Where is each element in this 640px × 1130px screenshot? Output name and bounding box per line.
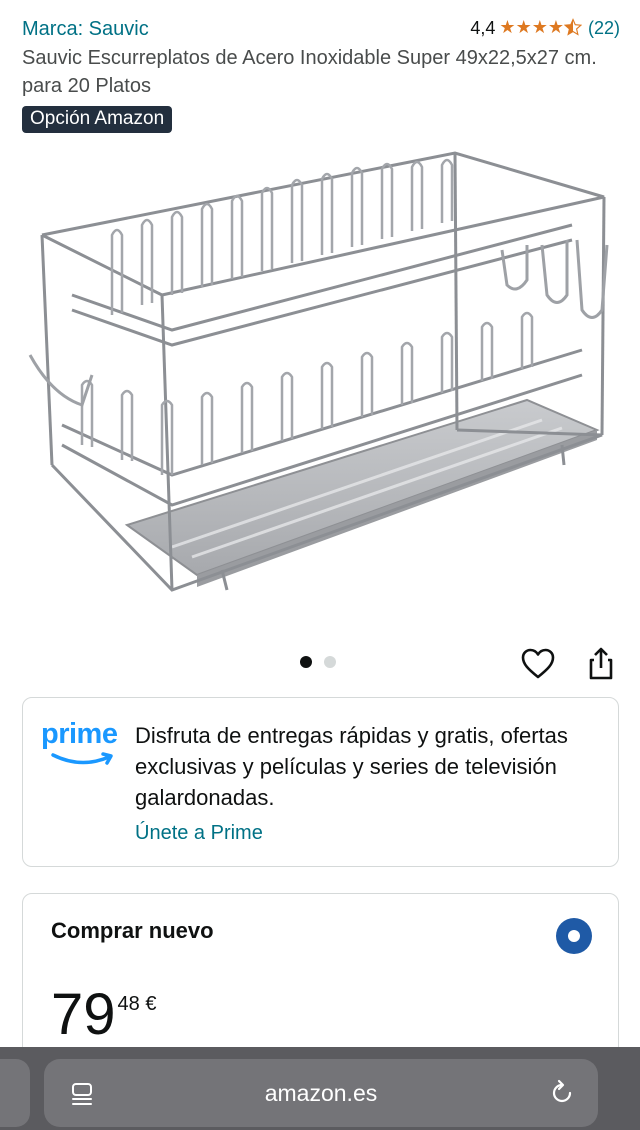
dish-rack-image xyxy=(28,151,609,592)
url-text[interactable]: amazon.es xyxy=(44,1080,598,1107)
product-image[interactable] xyxy=(22,145,618,615)
carousel-dot[interactable] xyxy=(324,656,336,668)
share-button[interactable] xyxy=(583,646,619,682)
join-prime-link[interactable]: Únete a Prime xyxy=(135,822,263,845)
previous-tab-peek[interactable] xyxy=(0,1059,30,1127)
share-icon xyxy=(589,647,613,680)
heart-icon xyxy=(521,648,555,679)
star-icon: ★ xyxy=(531,17,548,37)
buy-new-title: Comprar nuevo xyxy=(51,918,214,943)
star-icon: ★ xyxy=(547,17,564,37)
favorite-button[interactable] xyxy=(520,646,556,682)
prime-promo-card[interactable]: prime Disfruta de entregas rápidas y gra… xyxy=(22,697,619,867)
product-title: Sauvic Escurreplatos de Acero Inoxidable… xyxy=(22,47,597,97)
price-fraction: 48 € xyxy=(117,993,157,1015)
star-icon: ★ xyxy=(499,17,516,37)
prime-description: Disfruta de entregas rápidas y gratis, o… xyxy=(135,723,568,810)
star-icon: ★ xyxy=(515,17,532,37)
prime-smile-icon xyxy=(51,752,113,765)
review-count[interactable]: (22) xyxy=(588,18,620,39)
price-whole: 79 xyxy=(51,982,116,1047)
brand-link[interactable]: Marca: Sauvic xyxy=(22,18,149,41)
prime-logo-text: prime xyxy=(41,718,118,750)
buy-new-radio[interactable] xyxy=(556,918,592,954)
rating-summary[interactable]: 4,4 ★ ★ ★ ★ (22) xyxy=(470,18,620,39)
image-carousel-indicator[interactable] xyxy=(300,656,336,668)
star-rating: ★ ★ ★ ★ xyxy=(499,17,583,39)
half-star-icon xyxy=(563,18,583,39)
reload-icon[interactable] xyxy=(548,1079,576,1107)
address-bar[interactable]: amazon.es xyxy=(44,1059,598,1127)
product-page: Marca: Sauvic 4,4 ★ ★ ★ ★ (22) Sauvic Es… xyxy=(0,0,640,1130)
carousel-dot-active[interactable] xyxy=(300,656,312,668)
price: 79 48 € xyxy=(51,986,156,1044)
rating-value: 4,4 xyxy=(470,18,496,38)
amazon-choice-badge: Opción Amazon xyxy=(22,106,173,133)
radio-selected-indicator xyxy=(568,930,580,942)
brand-row: Marca: Sauvic 4,4 ★ ★ ★ ★ (22) xyxy=(22,16,620,46)
browser-toolbar: amazon.es xyxy=(0,1047,640,1130)
prime-logo: prime xyxy=(41,718,123,770)
